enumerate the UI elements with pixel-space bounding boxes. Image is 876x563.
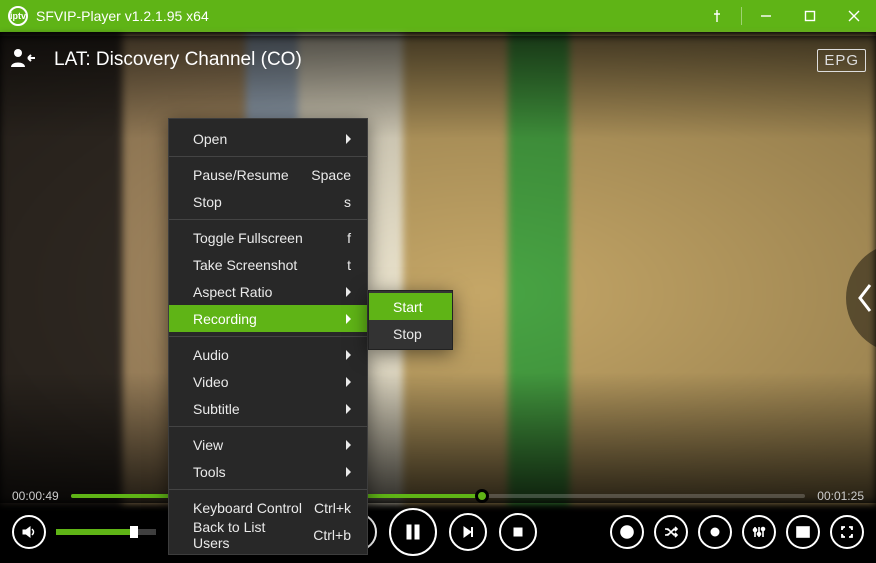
- app-icon: iptv: [8, 6, 28, 26]
- titlebar-separator: [741, 7, 742, 25]
- user-back-icon[interactable]: [10, 47, 36, 74]
- volume-group: [12, 515, 156, 549]
- right-controls: [610, 515, 864, 549]
- menu-label: Stop: [193, 194, 222, 210]
- shuffle-button[interactable]: [654, 515, 688, 549]
- chevron-right-icon: [346, 350, 351, 360]
- progress-row: 00:00:49 00:01:25: [12, 487, 864, 505]
- menu-label: Aspect Ratio: [193, 284, 272, 300]
- volume-slider[interactable]: [56, 529, 156, 535]
- channel-title: LAT: Discovery Channel (CO): [54, 49, 302, 71]
- menu-back-to-list[interactable]: Back to List UsersCtrl+b: [169, 521, 367, 548]
- menu-toggle-fullscreen[interactable]: Toggle Fullscreen f: [169, 224, 367, 251]
- menu-video[interactable]: Video: [169, 368, 367, 395]
- menu-view[interactable]: View: [169, 431, 367, 458]
- chevron-right-icon: [346, 314, 351, 324]
- menu-separator: [169, 156, 367, 157]
- maximize-button[interactable]: [788, 0, 832, 32]
- recording-submenu: Start Stop: [368, 290, 453, 350]
- menu-label: Start: [393, 299, 423, 315]
- menu-label: Video: [193, 374, 229, 390]
- chevron-right-icon: [346, 287, 351, 297]
- menu-label: Back to List Users: [193, 519, 301, 551]
- menu-pause-resume[interactable]: Pause/Resume Space: [169, 161, 367, 188]
- menu-shortcut: Ctrl+k: [302, 500, 351, 516]
- app-title: SFVIP-Player v1.2.1.95 x64: [36, 8, 695, 24]
- menu-separator: [169, 336, 367, 337]
- menu-separator: [169, 426, 367, 427]
- menu-audio[interactable]: Audio: [169, 341, 367, 368]
- progress-knob[interactable]: [475, 489, 489, 503]
- stop-button[interactable]: [499, 513, 537, 551]
- equalizer-button[interactable]: [742, 515, 776, 549]
- menu-label: Stop: [393, 326, 422, 342]
- menu-label: Audio: [193, 347, 229, 363]
- submenu-start[interactable]: Start: [369, 293, 452, 320]
- play-pause-button[interactable]: [389, 508, 437, 556]
- pip-button[interactable]: [786, 515, 820, 549]
- submenu-stop[interactable]: Stop: [369, 320, 452, 347]
- menu-label: Subtitle: [193, 401, 240, 417]
- top-overlay: LAT: Discovery Channel (CO) EPG: [10, 40, 866, 80]
- pin-button[interactable]: [695, 0, 739, 32]
- menu-label: View: [193, 437, 223, 453]
- next-button[interactable]: [449, 513, 487, 551]
- volume-fill: [56, 529, 134, 535]
- titlebar: iptv SFVIP-Player v1.2.1.95 x64: [0, 0, 876, 32]
- menu-label: Toggle Fullscreen: [193, 230, 303, 246]
- menu-shortcut: Space: [299, 167, 351, 183]
- video-vignette: [0, 36, 876, 503]
- chevron-right-icon: [346, 377, 351, 387]
- menu-keyboard-control[interactable]: Keyboard ControlCtrl+k: [169, 494, 367, 521]
- chevron-right-icon: [346, 134, 351, 144]
- menu-recording[interactable]: Recording: [169, 305, 367, 332]
- menu-label: Pause/Resume: [193, 167, 289, 183]
- menu-open[interactable]: Open: [169, 125, 367, 152]
- epg-button[interactable]: EPG: [817, 49, 866, 72]
- menu-shortcut: t: [335, 257, 351, 273]
- volume-knob[interactable]: [130, 526, 138, 538]
- menu-label: Recording: [193, 311, 257, 327]
- fullscreen-button[interactable]: [830, 515, 864, 549]
- menu-shortcut: Ctrl+b: [301, 527, 351, 543]
- controls-bar: [12, 511, 864, 553]
- close-button[interactable]: [832, 0, 876, 32]
- menu-subtitle[interactable]: Subtitle: [169, 395, 367, 422]
- chevron-right-icon: [346, 467, 351, 477]
- menu-label: Tools: [193, 464, 226, 480]
- menu-tools[interactable]: Tools: [169, 458, 367, 485]
- menu-label: Take Screenshot: [193, 257, 297, 273]
- history-button[interactable]: [610, 515, 644, 549]
- menu-separator: [169, 489, 367, 490]
- menu-shortcut: f: [335, 230, 351, 246]
- menu-take-screenshot[interactable]: Take Screenshot t: [169, 251, 367, 278]
- chevron-right-icon: [346, 404, 351, 414]
- time-total: 00:01:25: [817, 489, 864, 503]
- menu-label: Keyboard Control: [193, 500, 302, 516]
- context-menu: Open Pause/Resume Space Stop s Toggle Full…: [168, 118, 368, 555]
- menu-stop[interactable]: Stop s: [169, 188, 367, 215]
- minimize-button[interactable]: [744, 0, 788, 32]
- mute-button[interactable]: [12, 515, 46, 549]
- time-current: 00:00:49: [12, 489, 59, 503]
- menu-label: Open: [193, 131, 227, 147]
- menu-separator: [169, 219, 367, 220]
- record-button[interactable]: [698, 515, 732, 549]
- center-controls: [339, 508, 537, 556]
- chevron-right-icon: [346, 440, 351, 450]
- player-area[interactable]: LAT: Discovery Channel (CO) EPG Open Pau…: [0, 32, 876, 563]
- menu-aspect-ratio[interactable]: Aspect Ratio: [169, 278, 367, 305]
- app-window: iptv SFVIP-Player v1.2.1.95 x64 LAT: Dis…: [0, 0, 876, 563]
- menu-shortcut: s: [332, 194, 351, 210]
